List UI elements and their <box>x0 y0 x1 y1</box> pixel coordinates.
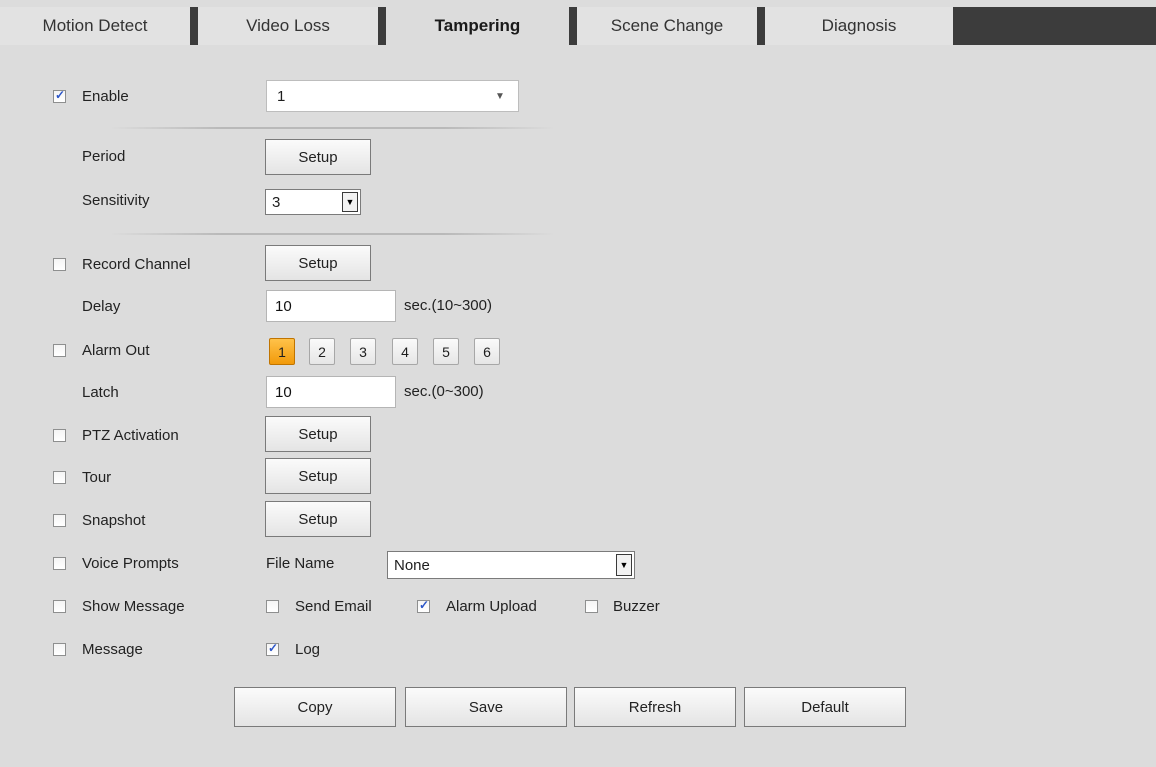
record-channel-checkbox[interactable] <box>53 258 66 271</box>
file-name-select[interactable]: None ▼ <box>387 551 635 579</box>
divider <box>110 233 555 235</box>
alarm-output-4-button[interactable]: 4 <box>392 338 418 365</box>
record-channel-setup-button[interactable]: Setup <box>265 245 371 281</box>
alarm-output-2-button[interactable]: 2 <box>309 338 335 365</box>
show-message-checkbox[interactable] <box>53 600 66 613</box>
period-label: Period <box>82 148 126 165</box>
delay-label: Delay <box>82 298 121 315</box>
voice-prompts-label: Voice Prompts <box>82 555 179 572</box>
latch-label: Latch <box>82 384 119 401</box>
alarm-upload-checkbox[interactable] <box>417 598 430 613</box>
log-label: Log <box>295 641 321 658</box>
enable-checkbox[interactable] <box>53 88 66 103</box>
send-email-checkbox[interactable] <box>266 600 279 613</box>
delay-unit: sec.(10~300) <box>404 297 492 314</box>
latch-unit: sec.(0~300) <box>404 383 484 400</box>
show-message-label: Show Message <box>82 598 185 615</box>
chevron-down-icon: ▼ <box>342 192 358 212</box>
snapshot-checkbox[interactable] <box>53 514 66 527</box>
alarm-output-1-button[interactable]: 1 <box>269 338 295 365</box>
message-label: Message <box>82 641 143 658</box>
file-name-select-value: None <box>394 556 430 574</box>
enable-label: Enable <box>82 88 129 105</box>
tour-checkbox[interactable] <box>53 471 66 484</box>
period-setup-button[interactable]: Setup <box>265 139 371 175</box>
refresh-button[interactable]: Refresh <box>574 687 736 727</box>
alarm-upload-label: Alarm Upload <box>446 598 537 615</box>
channel-select-value: 1 <box>277 87 286 105</box>
delay-input[interactable]: 10 <box>266 290 396 322</box>
alarm-out-checkbox[interactable] <box>53 344 66 357</box>
file-name-label: File Name <box>266 555 335 572</box>
tab-video-loss[interactable]: Video Loss <box>198 7 378 45</box>
ptz-activation-checkbox[interactable] <box>53 429 66 442</box>
ptz-activation-label: PTZ Activation <box>82 427 179 444</box>
send-email-label: Send Email <box>295 598 372 615</box>
tab-separator <box>378 7 386 45</box>
message-checkbox[interactable] <box>53 643 66 656</box>
channel-select[interactable]: 1 ▼ <box>266 80 519 112</box>
save-button[interactable]: Save <box>405 687 567 727</box>
log-checkbox[interactable] <box>266 641 279 656</box>
tab-motion-detect[interactable]: Motion Detect <box>0 7 190 45</box>
tab-separator <box>757 7 765 45</box>
tab-separator <box>569 7 577 45</box>
latch-input[interactable]: 10 <box>266 376 396 408</box>
default-button[interactable]: Default <box>744 687 906 727</box>
tab-bar: Motion Detect Video Loss Tampering Scene… <box>0 0 1156 45</box>
alarm-out-label: Alarm Out <box>82 342 150 359</box>
sensitivity-label: Sensitivity <box>82 192 150 209</box>
chevron-down-icon: ▼ <box>616 554 632 576</box>
sensitivity-select-value: 3 <box>272 193 281 211</box>
voice-prompts-checkbox[interactable] <box>53 557 66 570</box>
copy-button[interactable]: Copy <box>234 687 396 727</box>
record-channel-label: Record Channel <box>82 256 191 273</box>
chevron-down-icon: ▼ <box>495 90 505 102</box>
buzzer-label: Buzzer <box>613 598 660 615</box>
buzzer-checkbox[interactable] <box>585 600 598 613</box>
snapshot-label: Snapshot <box>82 512 146 529</box>
tour-setup-button[interactable]: Setup <box>265 458 371 494</box>
tab-diagnosis[interactable]: Diagnosis <box>765 7 953 45</box>
tour-label: Tour <box>82 469 112 486</box>
tab-bar-filler <box>953 7 1156 45</box>
tab-tampering[interactable]: Tampering <box>386 7 569 45</box>
ptz-activation-setup-button[interactable]: Setup <box>265 416 371 452</box>
alarm-output-6-button[interactable]: 6 <box>474 338 500 365</box>
alarm-output-3-button[interactable]: 3 <box>350 338 376 365</box>
sensitivity-select[interactable]: 3 ▼ <box>265 189 361 215</box>
snapshot-setup-button[interactable]: Setup <box>265 501 371 537</box>
tab-separator <box>190 7 198 45</box>
alarm-output-5-button[interactable]: 5 <box>433 338 459 365</box>
tab-scene-change[interactable]: Scene Change <box>577 7 757 45</box>
divider <box>110 127 555 129</box>
